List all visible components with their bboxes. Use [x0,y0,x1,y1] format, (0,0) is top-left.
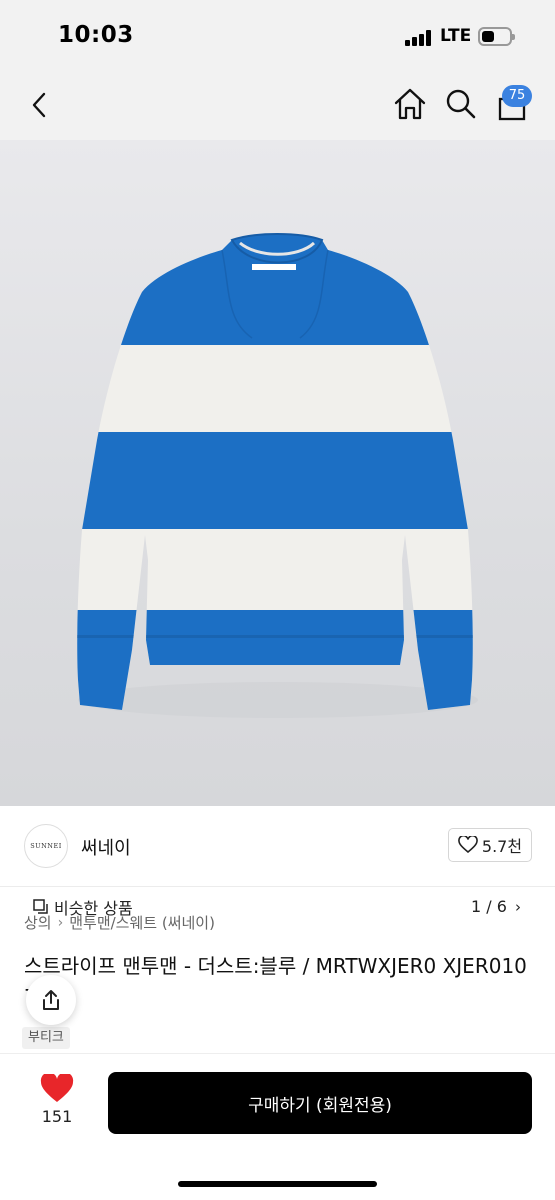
back-button[interactable] [26,90,54,124]
share-icon [43,990,59,1010]
home-button[interactable] [393,87,427,125]
like-count: 151 [41,1107,73,1126]
breadcrumb: 상의 › 맨투맨/스웨트 (써네이) [24,912,215,933]
home-icon [394,88,426,120]
breadcrumb-item[interactable]: 맨투맨/스웨트 (써네이) [69,912,215,933]
signal-icon [405,30,435,46]
brand-like-button[interactable]: 5.7천 [448,828,532,862]
brand-logo[interactable]: SUNNEI [24,824,68,868]
heart-outline-icon [458,836,478,854]
brand-like-count: 5.7천 [481,837,523,856]
stripe-blue-2 [77,432,473,529]
heart-filled-icon [40,1072,74,1102]
search-button[interactable] [445,88,477,124]
brand-row[interactable]: SUNNEI 써네이 5.7천 [0,806,555,887]
battery-level [482,31,494,42]
cart-count-badge: 75 [502,85,532,107]
share-button[interactable] [26,975,76,1025]
sweatshirt-image [77,233,478,718]
page-indicator: 1 / 6 [471,897,507,916]
search-icon [446,89,476,119]
product-image[interactable]: 비슷한 상품 1 / 6 › [0,140,555,923]
breadcrumb-item[interactable]: 상의 [24,912,52,933]
buy-button[interactable]: 구매하기 (회원전용) [108,1072,532,1134]
brand-name[interactable]: 써네이 [81,834,131,860]
status-time: 10:03 [58,22,134,48]
network-label: LTE [440,26,472,46]
chevron-right-icon: › [514,897,521,916]
nav-bar [0,72,555,140]
back-chevron-icon [32,92,46,118]
product-tag: 부티크 [22,1027,70,1049]
chevron-right-icon: › [57,914,64,931]
image-pager[interactable]: 1 / 6 › [460,890,532,923]
product-title: 스트라이프 맨투맨 - 더스트:블루 / MRTWXJER0 XJER01074… [24,954,527,1009]
status-bar: 10:03 LTE [0,0,555,72]
home-indicator [178,1181,377,1187]
battery-icon [478,27,515,46]
like-button[interactable] [40,1072,74,1108]
